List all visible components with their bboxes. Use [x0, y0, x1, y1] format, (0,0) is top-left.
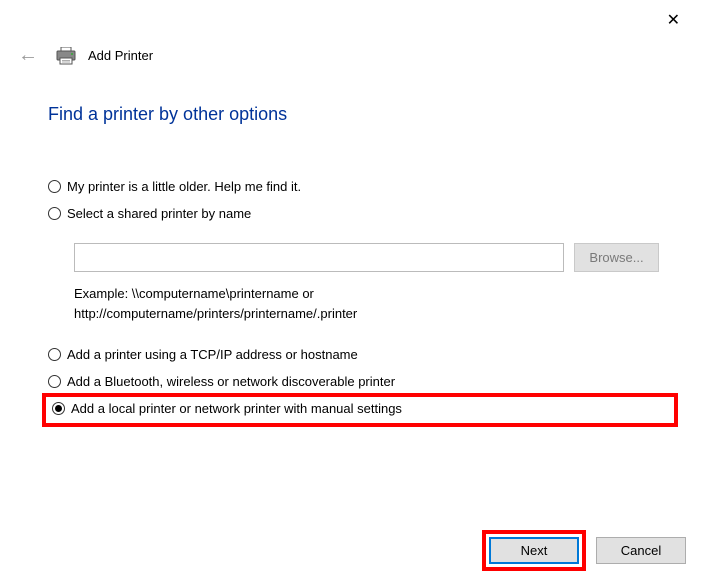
- printer-options-group: My printer is a little older. Help me fi…: [48, 173, 678, 427]
- option-label: Select a shared printer by name: [67, 206, 251, 221]
- content-area: Find a printer by other options My print…: [48, 104, 678, 427]
- option-bluetooth-printer[interactable]: Add a Bluetooth, wireless or network dis…: [48, 368, 678, 395]
- back-arrow-icon[interactable]: ←: [12, 44, 44, 67]
- cancel-button[interactable]: Cancel: [596, 537, 686, 564]
- printer-icon: [56, 47, 76, 65]
- example-line2: http://computername/printers/printername…: [74, 304, 678, 324]
- browse-button: Browse...: [574, 243, 659, 272]
- option-label: Add a printer using a TCP/IP address or …: [67, 347, 358, 362]
- example-text: Example: \\computername\printername or h…: [74, 284, 678, 323]
- page-title: Find a printer by other options: [48, 104, 678, 125]
- radio-icon: [48, 375, 61, 388]
- option-label: My printer is a little older. Help me fi…: [67, 179, 301, 194]
- footer-buttons: Next Cancel: [482, 530, 686, 571]
- radio-icon: [48, 207, 61, 220]
- option-older-printer[interactable]: My printer is a little older. Help me fi…: [48, 173, 678, 200]
- example-line1: Example: \\computername\printername or: [74, 284, 678, 304]
- highlight-box-local-option: Add a local printer or network printer w…: [42, 393, 678, 427]
- option-label: Add a local printer or network printer w…: [71, 401, 402, 416]
- option-local-printer[interactable]: Add a local printer or network printer w…: [48, 399, 672, 418]
- header-title: Add Printer: [88, 48, 153, 63]
- highlight-box-next-button: Next: [482, 530, 586, 571]
- next-button[interactable]: Next: [489, 537, 579, 564]
- radio-icon: [48, 180, 61, 193]
- shared-printer-input-row: Browse...: [74, 243, 678, 272]
- close-icon[interactable]: ✕: [659, 6, 688, 34]
- radio-icon: [48, 348, 61, 361]
- option-tcpip-printer[interactable]: Add a printer using a TCP/IP address or …: [48, 341, 678, 368]
- option-shared-printer[interactable]: Select a shared printer by name: [48, 200, 678, 227]
- option-label: Add a Bluetooth, wireless or network dis…: [67, 374, 395, 389]
- radio-icon: [52, 402, 65, 415]
- shared-printer-input[interactable]: [74, 243, 564, 272]
- nav-header: ← Add Printer: [12, 44, 153, 67]
